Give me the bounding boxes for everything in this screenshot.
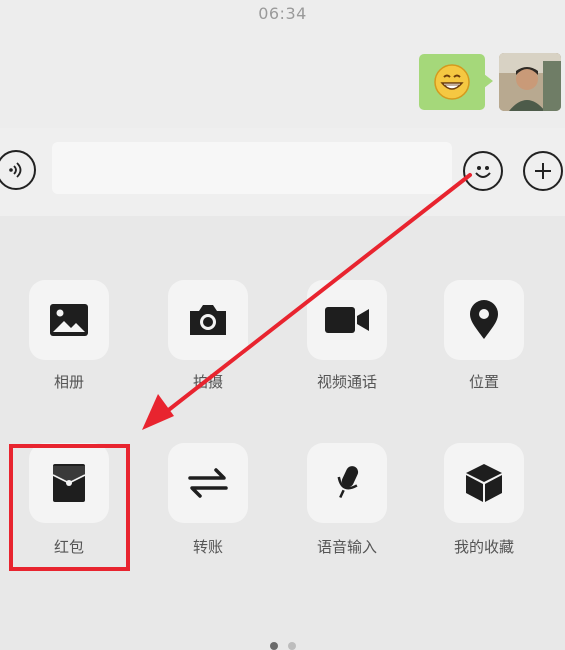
transfer-tile[interactable]	[168, 443, 248, 523]
video-call-tile[interactable]	[307, 280, 387, 360]
more-functions-button[interactable]	[523, 151, 563, 191]
camera-icon	[190, 305, 226, 335]
message-input[interactable]	[52, 142, 452, 194]
chat-message-bubble[interactable]	[419, 54, 493, 110]
album-tile[interactable]	[29, 280, 109, 360]
user-photo-icon	[499, 53, 561, 111]
favorites-label: 我的收藏	[453, 538, 514, 556]
camera-tile[interactable]	[168, 280, 248, 360]
voice-icon	[9, 162, 22, 178]
favorites-box-icon	[466, 464, 502, 502]
video-icon	[325, 307, 369, 333]
emoji-icon	[475, 166, 491, 178]
location-icon	[470, 300, 498, 339]
location-tile[interactable]	[444, 280, 524, 360]
album-label: 相册	[53, 373, 84, 391]
page-dot-active[interactable]	[269, 642, 278, 650]
grinning-emoji-icon	[434, 64, 470, 100]
voice-input-tile[interactable]	[307, 443, 387, 523]
favorites-tile[interactable]	[444, 443, 524, 523]
page-dot[interactable]	[287, 642, 296, 650]
microphone-icon	[337, 466, 359, 499]
video-call-label: 视频通话	[316, 373, 377, 391]
page-indicator	[0, 642, 565, 650]
voice-input-label: 语音输入	[316, 538, 377, 556]
highlight-box	[9, 444, 130, 571]
plus-icon	[535, 163, 551, 179]
camera-label: 拍摄	[192, 373, 223, 391]
location-label: 位置	[468, 373, 499, 391]
transfer-label: 转账	[192, 538, 223, 556]
image-icon	[50, 304, 88, 336]
transfer-icon	[188, 468, 228, 498]
status-time: 06:34	[258, 4, 307, 23]
avatar[interactable]	[499, 53, 561, 111]
emoji-button[interactable]	[463, 151, 503, 191]
